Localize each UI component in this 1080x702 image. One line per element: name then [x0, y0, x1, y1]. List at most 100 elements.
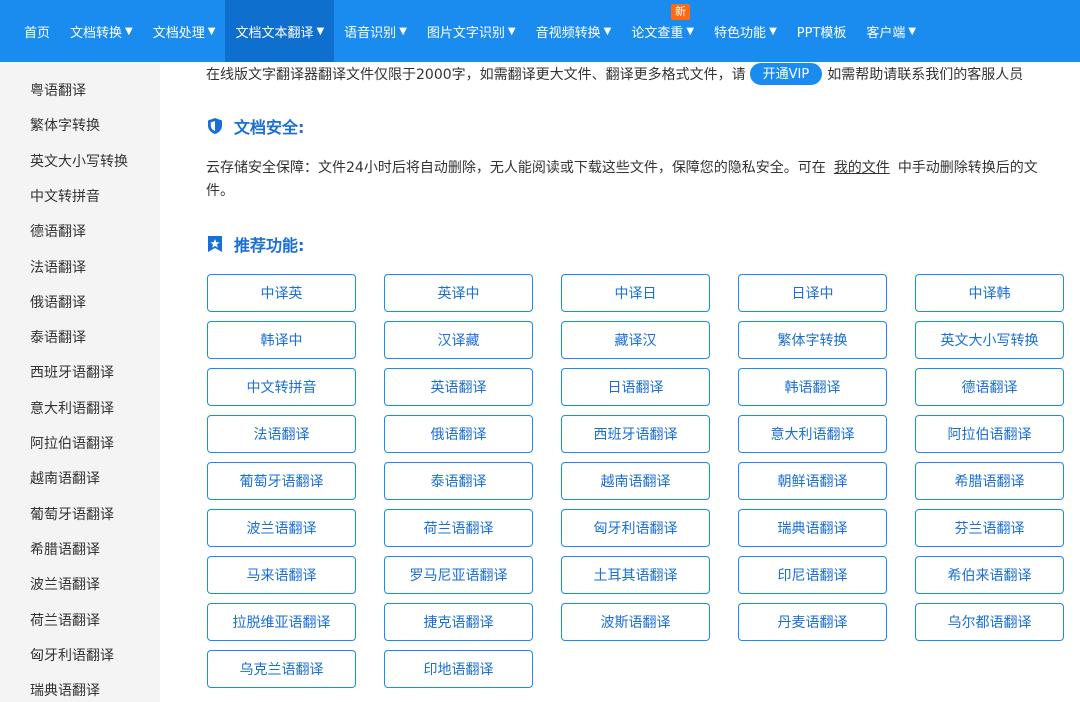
notice-text-before: 在线版文字翻译器翻译文件仅限于2000字，如需翻译更大文件、翻译更多格式文件，请	[206, 67, 746, 83]
feature-button[interactable]: 马来语翻译	[207, 556, 356, 594]
nav-item-5[interactable]: 图片文字识别 ▼	[417, 0, 526, 62]
feature-button[interactable]: 中译日	[561, 274, 710, 312]
sidebar-item[interactable]: 泰语翻译	[30, 327, 86, 347]
nav-item-6[interactable]: 音视频转换 ▼	[526, 0, 622, 62]
sidebar-item[interactable]: 俄语翻译	[30, 292, 86, 312]
feature-button[interactable]: 印尼语翻译	[738, 556, 887, 594]
feature-button[interactable]: 希伯来语翻译	[915, 556, 1064, 594]
nav-item-label: 特色功能	[714, 25, 767, 41]
feature-button[interactable]: 俄语翻译	[384, 415, 533, 453]
shield-icon	[208, 118, 222, 134]
sidebar-item[interactable]: 瑞典语翻译	[30, 680, 100, 700]
open-vip-button[interactable]: 开通VIP	[749, 63, 823, 85]
feature-button[interactable]: 中译韩	[915, 274, 1064, 312]
feature-button[interactable]: 中文转拼音	[207, 368, 356, 406]
feature-button[interactable]: 韩语翻译	[738, 368, 887, 406]
feature-button[interactable]: 乌克兰语翻译	[207, 650, 356, 688]
star-bookmark-icon	[208, 236, 222, 252]
sidebar-item[interactable]: 葡萄牙语翻译	[30, 504, 114, 524]
nav-item-0[interactable]: 首页	[14, 0, 60, 62]
feature-button[interactable]: 波兰语翻译	[207, 509, 356, 547]
nav-item-label: 文档处理	[152, 25, 205, 41]
feature-button[interactable]: 英文大小写转换	[915, 321, 1064, 359]
nav-item-1[interactable]: 文档转换 ▼	[60, 0, 143, 62]
feature-button[interactable]: 印地语翻译	[384, 650, 533, 688]
security-title: 文档安全:	[234, 118, 305, 137]
feature-button[interactable]: 日语翻译	[561, 368, 710, 406]
feature-button[interactable]: 希腊语翻译	[915, 462, 1064, 500]
sidebar-item[interactable]: 中文转拼音	[30, 186, 100, 206]
feature-button[interactable]: 日译中	[738, 274, 887, 312]
sidebar-item[interactable]: 阿拉伯语翻译	[30, 433, 114, 453]
feature-button[interactable]: 藏译汉	[561, 321, 710, 359]
feature-button[interactable]: 朝鲜语翻译	[738, 462, 887, 500]
feature-button[interactable]: 英译中	[384, 274, 533, 312]
sidebar-item[interactable]: 德语翻译	[30, 221, 86, 241]
caret-down-icon: ▼	[603, 25, 612, 37]
feature-button[interactable]: 罗马尼亚语翻译	[384, 556, 533, 594]
feature-button[interactable]: 瑞典语翻译	[738, 509, 887, 547]
sidebar-item[interactable]: 波兰语翻译	[30, 574, 100, 594]
feature-button[interactable]: 意大利语翻译	[738, 415, 887, 453]
sidebar-item[interactable]: 繁体字转换	[30, 115, 100, 135]
security-text-before: 云存储安全保障：文件24小时后将自动删除，无人能阅读或下载这些文件，保障您的隐私…	[206, 160, 826, 176]
feature-button[interactable]: 繁体字转换	[738, 321, 887, 359]
feature-button[interactable]: 汉译藏	[384, 321, 533, 359]
feature-button[interactable]: 法语翻译	[207, 415, 356, 453]
sidebar-item[interactable]: 意大利语翻译	[30, 398, 114, 418]
top-navigation: 首页 文档转换 ▼ 文档处理 ▼ 文档文本翻译 ▼ 语音识别 ▼ 图片文字识别 ▼ 音视频转换 ▼ 论文查…	[0, 0, 1080, 62]
nav-item-label: 音视频转换	[535, 25, 601, 41]
nav-item-2[interactable]: 文档处理 ▼	[143, 0, 226, 62]
feature-button[interactable]: 韩译中	[207, 321, 356, 359]
sidebar-item[interactable]: 英文大小写转换	[30, 151, 128, 171]
nav-item-label: 客户端	[866, 25, 906, 41]
sidebar-item[interactable]: 荷兰语翻译	[30, 610, 100, 630]
recommend-grid: 中译英 英译中 中译日 日译中 中译韩韩译中 汉译藏 藏译汉 繁体字转换 英文大小写转换中文转拼…	[207, 274, 1064, 688]
security-description: 云存储安全保障：文件24小时后将自动删除，无人能阅读或下载这些文件，保障您的隐私…	[206, 157, 1038, 177]
nav-item-label: 图片文字识别	[426, 25, 505, 41]
sidebar-item[interactable]: 匈牙利语翻译	[30, 645, 114, 665]
nav-item-9[interactable]: PPT模板	[787, 0, 857, 62]
sidebar-item[interactable]: 越南语翻译	[30, 468, 100, 488]
nav-item-label: 首页	[24, 25, 51, 41]
caret-down-icon: ▼	[125, 25, 133, 37]
sidebar-item[interactable]: 西班牙语翻译	[30, 362, 114, 382]
nav-item-4[interactable]: 语音识别 ▼	[334, 0, 417, 62]
feature-button[interactable]: 葡萄牙语翻译	[207, 462, 356, 500]
nav-item-10[interactable]: 客户端 ▼	[856, 0, 926, 62]
caret-down-icon: ▼	[769, 25, 777, 37]
sidebar-item[interactable]: 希腊语翻译	[30, 539, 100, 559]
new-badge: 新	[671, 4, 691, 20]
limit-notice: 在线版文字翻译器翻译文件仅限于2000字，如需翻译更大文件、翻译更多格式文件，请…	[206, 62, 1080, 86]
feature-button[interactable]: 荷兰语翻译	[384, 509, 533, 547]
nav-item-7[interactable]: 论文查重 ▼ 新	[621, 0, 704, 62]
feature-button[interactable]: 泰语翻译	[384, 462, 533, 500]
security-description-line2: 件。	[206, 183, 234, 199]
nav-item-label: PPT模板	[796, 25, 847, 41]
feature-button[interactable]: 阿拉伯语翻译	[915, 415, 1064, 453]
feature-button[interactable]: 匈牙利语翻译	[561, 509, 710, 547]
feature-button[interactable]: 芬兰语翻译	[915, 509, 1064, 547]
feature-button[interactable]: 中译英	[207, 274, 356, 312]
feature-button[interactable]: 波斯语翻译	[561, 603, 710, 641]
feature-button[interactable]: 西班牙语翻译	[561, 415, 710, 453]
feature-button[interactable]: 英语翻译	[384, 368, 533, 406]
sidebar-item[interactable]: 法语翻译	[30, 257, 86, 277]
feature-button[interactable]: 拉脱维亚语翻译	[207, 603, 356, 641]
recommend-title: 推荐功能:	[234, 236, 305, 255]
notice-text-after: 如需帮助请联系我们的客服人员	[827, 67, 1024, 83]
nav-item-3[interactable]: 文档文本翻译 ▼	[225, 0, 335, 62]
sidebar-item[interactable]: 粤语翻译	[30, 80, 86, 100]
feature-button[interactable]: 丹麦语翻译	[738, 603, 887, 641]
feature-button[interactable]: 乌尔都语翻译	[915, 603, 1064, 641]
sidebar: 粤语翻译繁体字转换英文大小写转换 中文转拼音德语翻译法语翻译俄语翻译泰语翻译西班牙…	[0, 62, 160, 702]
nav-item-label: 论文查重	[631, 25, 684, 41]
feature-button[interactable]: 捷克语翻译	[384, 603, 533, 641]
caret-down-icon: ▼	[507, 25, 516, 37]
feature-button[interactable]: 德语翻译	[915, 368, 1064, 406]
nav-item-8[interactable]: 特色功能 ▼	[704, 0, 787, 62]
feature-button[interactable]: 土耳其语翻译	[561, 556, 710, 594]
feature-button[interactable]: 越南语翻译	[561, 462, 710, 500]
my-files-link[interactable]: 我的文件	[834, 160, 890, 176]
caret-down-icon: ▼	[908, 25, 917, 37]
